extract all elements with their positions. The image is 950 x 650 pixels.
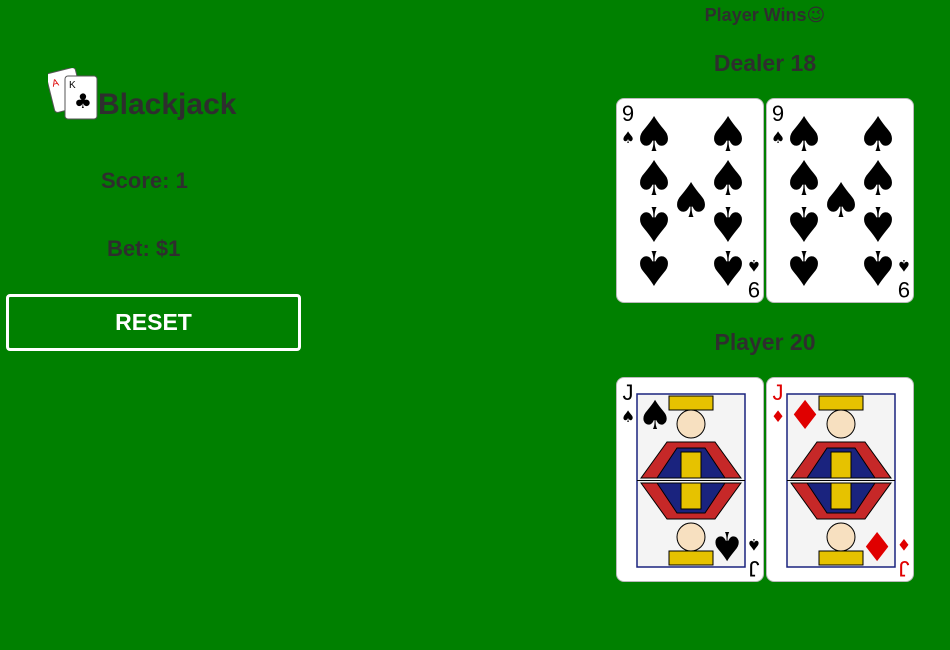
card-suit: ♠	[771, 128, 785, 147]
card-suit: ♠	[621, 128, 635, 147]
suit-pip: ♠	[709, 522, 745, 568]
card-rank: J	[749, 556, 760, 581]
card-rank: 9	[772, 101, 784, 126]
card-corner-bottom: 9♠	[897, 256, 911, 302]
page-title: Blackjack	[98, 88, 237, 121]
suit-pip: ♦	[859, 522, 895, 568]
suit-pip: ♠	[637, 393, 673, 439]
svg-text:♣: ♣	[74, 89, 92, 113]
suit-pip: ♠	[856, 239, 899, 295]
card-corner-bottom: J♦	[897, 535, 911, 581]
card-face: ♠♠J♠J♠	[621, 380, 761, 581]
playing-cards-icon: A K ♣	[48, 68, 98, 120]
card-suit: ♦	[897, 535, 911, 554]
player-card-2: ♦ ♦ J ♦ J ♦	[766, 377, 914, 582]
card-rank: J	[899, 556, 910, 581]
reset-button[interactable]: RESET	[6, 294, 301, 351]
dealer-hand-label: Dealer 18	[713, 50, 817, 76]
suit-pip: ♠	[782, 239, 825, 295]
card-rank: 9	[898, 277, 910, 302]
card-rank: 9	[622, 101, 634, 126]
score-display: Score: 1	[101, 168, 188, 193]
suit-pip: ♦	[787, 393, 823, 439]
card-corner-top: J♠	[621, 380, 635, 426]
player-hand-label: Player 20	[714, 329, 816, 355]
player-card-1: ♠ ♠ J ♠ J ♠	[616, 377, 764, 582]
suit-pip: ♠	[669, 173, 712, 229]
suit-pip: ♠	[819, 173, 862, 229]
card-suit: ♠	[897, 256, 911, 275]
card-face: ♦♦J♦J♦	[771, 380, 911, 581]
card-corner-bottom: 9♠	[747, 256, 761, 302]
card-rank: J	[773, 380, 784, 405]
card-face: ♠ ♠♠ ♠♠ ♠♠ ♠♠9♠9♠	[771, 101, 911, 302]
card-suit: ♠	[747, 535, 761, 554]
dealer-card-2: ♠ ♠ ♠ ♠ ♠ ♠ ♠ ♠ ♠ 9 ♠ 9 ♠	[766, 98, 914, 303]
card-corner-bottom: J♠	[747, 535, 761, 581]
dealer-card-1: ♠ ♠ ♠ ♠ ♠ ♠ ♠ ♠ ♠ 9 ♠ 9 ♠	[616, 98, 764, 303]
card-rank: 9	[748, 277, 760, 302]
card-suit: ♦	[771, 407, 785, 426]
card-corner-top: 9♠	[771, 101, 785, 147]
card-corner-top: J♦	[771, 380, 785, 426]
suit-pip: ♠	[632, 239, 675, 295]
card-corner-top: 9♠	[621, 101, 635, 147]
bet-display: Bet: $1	[107, 236, 181, 261]
result-message: Player Wins😉	[704, 5, 826, 25]
card-suit: ♠	[621, 407, 635, 426]
card-rank: J	[623, 380, 634, 405]
game-info-panel: A K ♣ Blackjack Score: 1 Bet: $1 RESET	[0, 0, 320, 650]
card-suit: ♠	[747, 256, 761, 275]
card-face: ♠ ♠♠ ♠♠ ♠♠ ♠♠9♠9♠	[621, 101, 761, 302]
suit-pip: ♠	[706, 239, 749, 295]
